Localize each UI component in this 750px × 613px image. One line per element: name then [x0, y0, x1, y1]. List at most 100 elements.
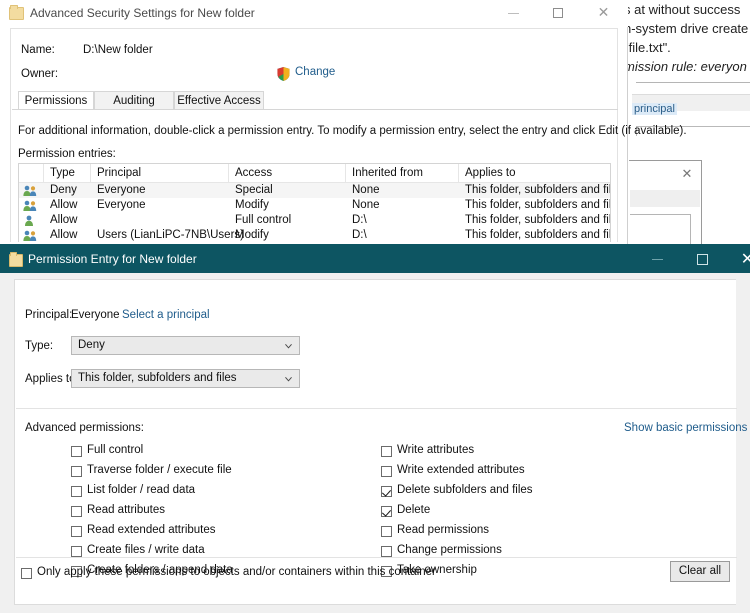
- maximize-icon[interactable]: [680, 245, 725, 272]
- cell-applies-to: This folder, subfolders and files: [465, 184, 611, 196]
- column-header-access[interactable]: Access: [235, 167, 272, 179]
- tab-effective-access[interactable]: Effective Access: [174, 91, 264, 110]
- shield-icon: [277, 67, 290, 81]
- advanced-window-title: Advanced Security Settings for New folde…: [30, 6, 255, 20]
- column-header-applies-to[interactable]: Applies to: [465, 167, 516, 179]
- section-divider: [16, 408, 737, 409]
- cell-type: Deny: [50, 184, 77, 196]
- group-icon: [23, 185, 37, 196]
- checkbox-box: [381, 546, 392, 557]
- cell-access: Special: [235, 184, 273, 196]
- close-icon[interactable]: ✕: [725, 245, 750, 272]
- grid-header-row: Type Principal Access Inherited from App…: [19, 164, 610, 183]
- type-dropdown[interactable]: Deny: [71, 336, 300, 355]
- checkbox-box: [71, 506, 82, 517]
- column-header-inherited-from[interactable]: Inherited from: [352, 167, 423, 179]
- minimize-icon[interactable]: [492, 0, 536, 26]
- checkbox-label: Only apply these permissions to objects …: [37, 566, 436, 578]
- cell-applies-to: This folder, subfolders and files: [465, 199, 611, 211]
- checkbox-box: [381, 526, 392, 537]
- user-icon: [25, 215, 33, 226]
- checkbox-label: List folder / read data: [87, 484, 196, 496]
- checkbox-box: [71, 546, 82, 557]
- cell-inherited-from: D:\: [352, 214, 367, 226]
- name-value: D:\New folder: [83, 44, 153, 56]
- background-line-4: mission rule: everyon: [624, 59, 747, 74]
- advanced-window-titlebar: Advanced Security Settings for New folde…: [0, 0, 628, 27]
- cell-principal: Everyone: [97, 199, 146, 211]
- tabstrip-underline: [12, 109, 618, 110]
- background-link-fragment: principal: [632, 103, 677, 115]
- background-line-2: n-system drive create: [624, 21, 749, 36]
- background-line-1: s at without success: [624, 2, 741, 17]
- cell-applies-to: This folder, subfolders and files: [465, 214, 611, 226]
- table-row[interactable]: Deny Everyone Special None This folder, …: [19, 183, 611, 198]
- cell-inherited-from: None: [352, 199, 380, 211]
- checkbox-box: [71, 486, 82, 497]
- tab-auditing[interactable]: Auditing: [94, 91, 174, 110]
- type-dropdown-value: Deny: [78, 339, 105, 351]
- checkbox-label: Read extended attributes: [87, 524, 216, 536]
- group-icon: [23, 230, 37, 241]
- permission-entries-label: Permission entries:: [18, 148, 116, 160]
- permission-entry-panel: Principal: Everyone Select a principal T…: [14, 279, 747, 605]
- checkbox-label: Change permissions: [397, 544, 502, 556]
- table-row[interactable]: Allow Everyone Modify None This folder, …: [19, 198, 611, 213]
- checkbox-box: [381, 446, 392, 457]
- checkbox-label: Create files / write data: [87, 544, 205, 556]
- cell-principal: Users (LianLiPC-7NB\Users): [97, 229, 244, 241]
- advanced-permissions-label: Advanced permissions:: [25, 422, 144, 434]
- cell-inherited-from: D:\: [352, 229, 367, 241]
- folder-icon: [9, 5, 24, 20]
- permission-entries-grid[interactable]: Type Principal Access Inherited from App…: [18, 163, 611, 242]
- applies-to-dropdown-value: This folder, subfolders and files: [78, 372, 237, 384]
- checkbox-label: Delete: [397, 504, 431, 516]
- background-dialog-band: [630, 190, 700, 207]
- cell-type: Allow: [50, 229, 78, 241]
- advanced-security-settings-window: Advanced Security Settings for New folde…: [0, 0, 687, 249]
- applies-to-dropdown[interactable]: This folder, subfolders and files: [71, 369, 300, 388]
- permission-entry-titlebar: Permission Entry for New folder ✕: [0, 245, 750, 273]
- checkbox-label: Full control: [87, 444, 144, 456]
- tabstrip: Permissions Auditing Effective Access: [12, 91, 618, 110]
- principal-label: Principal:: [25, 309, 73, 321]
- owner-label: Owner:: [21, 68, 59, 80]
- checkbox-box: [381, 466, 392, 477]
- checkbox-label: Read attributes: [87, 504, 165, 516]
- minimize-icon[interactable]: [635, 245, 680, 272]
- table-row[interactable]: Allow Users (LianLiPC-7NB\Users) Modify …: [19, 228, 611, 242]
- show-basic-permissions-link[interactable]: Show basic permissions: [624, 422, 747, 434]
- background-page-text: s at without success n-system drive crea…: [624, 0, 750, 76]
- checkbox-label: Write extended attributes: [397, 464, 525, 476]
- cell-type: Allow: [50, 214, 78, 226]
- advanced-window-body: Name: D:\New folder Owner: Change Permis…: [10, 28, 687, 242]
- background-line-3: "file.txt".: [624, 40, 671, 55]
- select-a-principal-link[interactable]: Select a principal: [122, 309, 210, 321]
- cell-applies-to: This folder, subfolders and files: [465, 229, 611, 241]
- column-header-principal[interactable]: Principal: [97, 167, 141, 179]
- checkbox-label: Traverse folder / execute file: [87, 464, 232, 476]
- chevron-down-icon: [285, 343, 292, 349]
- checkbox-box: [71, 466, 82, 477]
- close-icon[interactable]: ✕: [582, 0, 626, 26]
- cell-access: Modify: [235, 229, 269, 241]
- checkbox-box: [381, 486, 392, 497]
- cell-principal: Everyone: [97, 184, 146, 196]
- permission-entry-dialog: Permission Entry for New folder ✕ Princi…: [0, 244, 750, 613]
- checkbox-box: [71, 446, 82, 457]
- type-label: Type:: [25, 340, 54, 352]
- clear-all-button[interactable]: Clear all: [670, 561, 730, 582]
- checkbox-box: [381, 506, 392, 517]
- cell-type: Allow: [50, 199, 78, 211]
- maximize-icon[interactable]: [537, 0, 581, 26]
- checkbox-label: Delete subfolders and files: [397, 484, 533, 496]
- change-link-label: Change: [295, 66, 336, 78]
- cell-inherited-from: None: [352, 184, 380, 196]
- column-header-type[interactable]: Type: [50, 167, 75, 179]
- table-row[interactable]: Allow Full control D:\ This folder, subf…: [19, 213, 611, 228]
- cell-access: Modify: [235, 199, 269, 211]
- principal-value: Everyone: [71, 309, 120, 321]
- checkbox-box: [71, 526, 82, 537]
- tab-permissions[interactable]: Permissions: [18, 91, 94, 110]
- name-label: Name:: [21, 44, 55, 56]
